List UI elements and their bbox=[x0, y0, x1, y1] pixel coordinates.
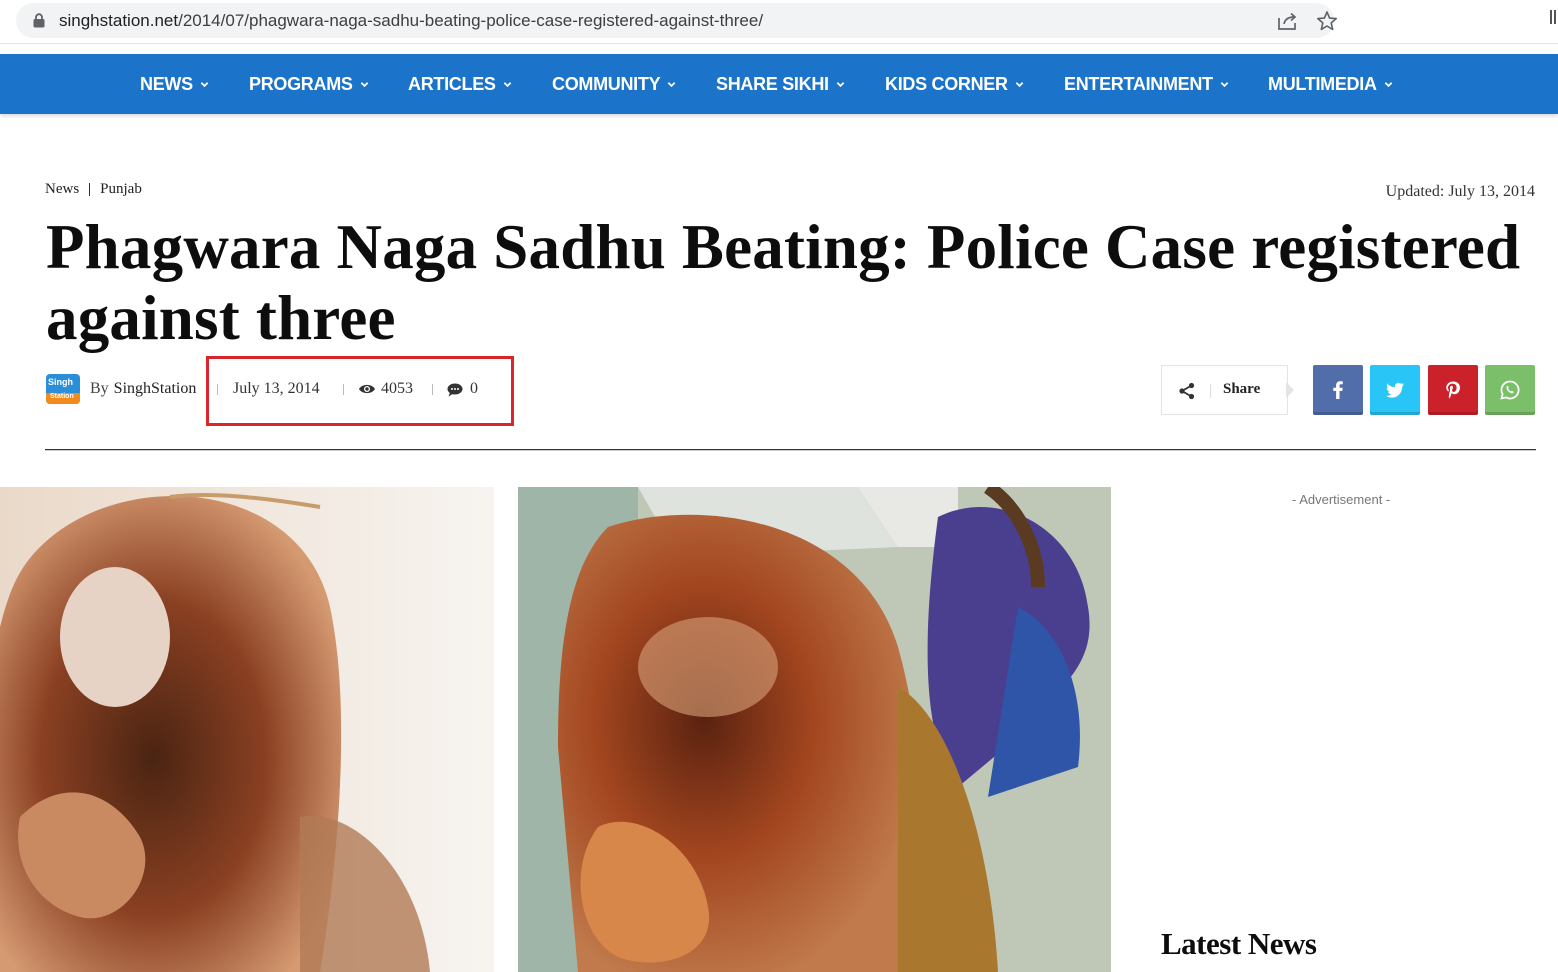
photo-illustration bbox=[518, 487, 1111, 972]
nav-item-label: COMMUNITY bbox=[552, 73, 661, 94]
chevron-down-icon bbox=[200, 81, 209, 87]
breadcrumb-punjab[interactable]: Punjab bbox=[100, 181, 142, 198]
article-title: Phagwara Naga Sadhu Beating: Police Case… bbox=[46, 212, 1521, 353]
nav-item-kids-corner[interactable]: KIDS CORNER bbox=[885, 54, 1024, 114]
twitter-share-button[interactable] bbox=[1370, 365, 1420, 415]
url-path: /2014/07/phagwara-naga-sadhu-beating-pol… bbox=[178, 11, 764, 30]
nav-item-label: ARTICLES bbox=[408, 73, 496, 94]
main-nav: NEWS PROGRAMS ARTICLES COMMUNITY SHARE S… bbox=[0, 54, 1558, 114]
breadcrumb: News Punjab bbox=[45, 181, 142, 198]
article-photo-left bbox=[0, 487, 494, 972]
nav-item-entertainment[interactable]: ENTERTAINMENT bbox=[1064, 54, 1229, 114]
whatsapp-icon bbox=[1500, 380, 1520, 400]
url-host: singhstation.net bbox=[59, 11, 179, 30]
share-label: Share bbox=[1223, 381, 1261, 397]
share-arrow bbox=[1286, 382, 1294, 398]
pinterest-share-button[interactable] bbox=[1428, 365, 1478, 415]
bookmark-star-icon[interactable] bbox=[1316, 10, 1338, 32]
facebook-icon bbox=[1333, 381, 1343, 399]
nav-item-community[interactable]: COMMUNITY bbox=[552, 54, 676, 114]
chevron-down-icon bbox=[503, 81, 511, 87]
browser-toolbar: singhstation.net/2014/07/phagwara-naga-s… bbox=[0, 0, 1558, 44]
nav-item-programs[interactable]: PROGRAMS bbox=[249, 54, 369, 114]
updated-date: Updated: July 13, 2014 bbox=[1385, 183, 1535, 200]
chevron-down-icon bbox=[668, 81, 676, 87]
url-text[interactable]: singhstation.net/2014/07/phagwara-naga-s… bbox=[59, 11, 763, 31]
nav-item-label: ENTERTAINMENT bbox=[1064, 73, 1213, 94]
byline: By SinghStation bbox=[90, 380, 196, 398]
nav-item-label: MULTIMEDIA bbox=[1268, 73, 1377, 94]
share-divider bbox=[1210, 384, 1211, 398]
chevron-down-icon bbox=[360, 81, 368, 87]
nav-item-articles[interactable]: ARTICLES bbox=[408, 54, 512, 114]
window-edge-icon bbox=[1550, 10, 1556, 24]
advertisement-label: - Advertisement - bbox=[1292, 492, 1391, 507]
nav-item-label: NEWS bbox=[140, 73, 193, 94]
chevron-down-icon bbox=[1384, 81, 1392, 87]
whatsapp-share-button[interactable] bbox=[1485, 365, 1535, 415]
nav-item-label: SHARE SIKHI bbox=[716, 73, 829, 94]
address-bar[interactable]: singhstation.net/2014/07/phagwara-naga-s… bbox=[16, 3, 1337, 38]
header-divider bbox=[45, 449, 1536, 451]
latest-news-heading: Latest News bbox=[1161, 926, 1317, 961]
twitter-icon bbox=[1386, 382, 1404, 398]
avatar-logo-text: Singh bbox=[48, 377, 73, 387]
article-photo-right bbox=[518, 487, 1111, 972]
lock-icon bbox=[33, 13, 45, 28]
highlight-annotation-box bbox=[206, 356, 514, 426]
breadcrumb-separator bbox=[89, 183, 91, 196]
facebook-share-button[interactable] bbox=[1313, 365, 1363, 415]
byline-prefix: By bbox=[90, 380, 109, 397]
nav-item-label: PROGRAMS bbox=[249, 73, 353, 94]
share-button[interactable]: Share bbox=[1161, 365, 1288, 415]
author-avatar[interactable]: Singh Station bbox=[46, 374, 80, 404]
chevron-down-icon bbox=[1220, 81, 1229, 87]
share-icon bbox=[1179, 382, 1195, 400]
photo-illustration bbox=[0, 487, 494, 972]
breadcrumb-news[interactable]: News bbox=[45, 181, 79, 198]
share-page-icon[interactable] bbox=[1276, 11, 1298, 31]
nav-item-news[interactable]: NEWS bbox=[140, 54, 209, 114]
chevron-down-icon bbox=[1015, 81, 1024, 87]
nav-item-label: KIDS CORNER bbox=[885, 73, 1008, 94]
nav-item-share-sikhi[interactable]: SHARE SIKHI bbox=[716, 54, 845, 114]
pinterest-icon bbox=[1446, 381, 1460, 399]
avatar-logo-text: Station bbox=[50, 393, 74, 400]
nav-item-multimedia[interactable]: MULTIMEDIA bbox=[1268, 54, 1393, 114]
author-link[interactable]: SinghStation bbox=[114, 380, 197, 397]
chevron-down-icon bbox=[836, 81, 845, 87]
